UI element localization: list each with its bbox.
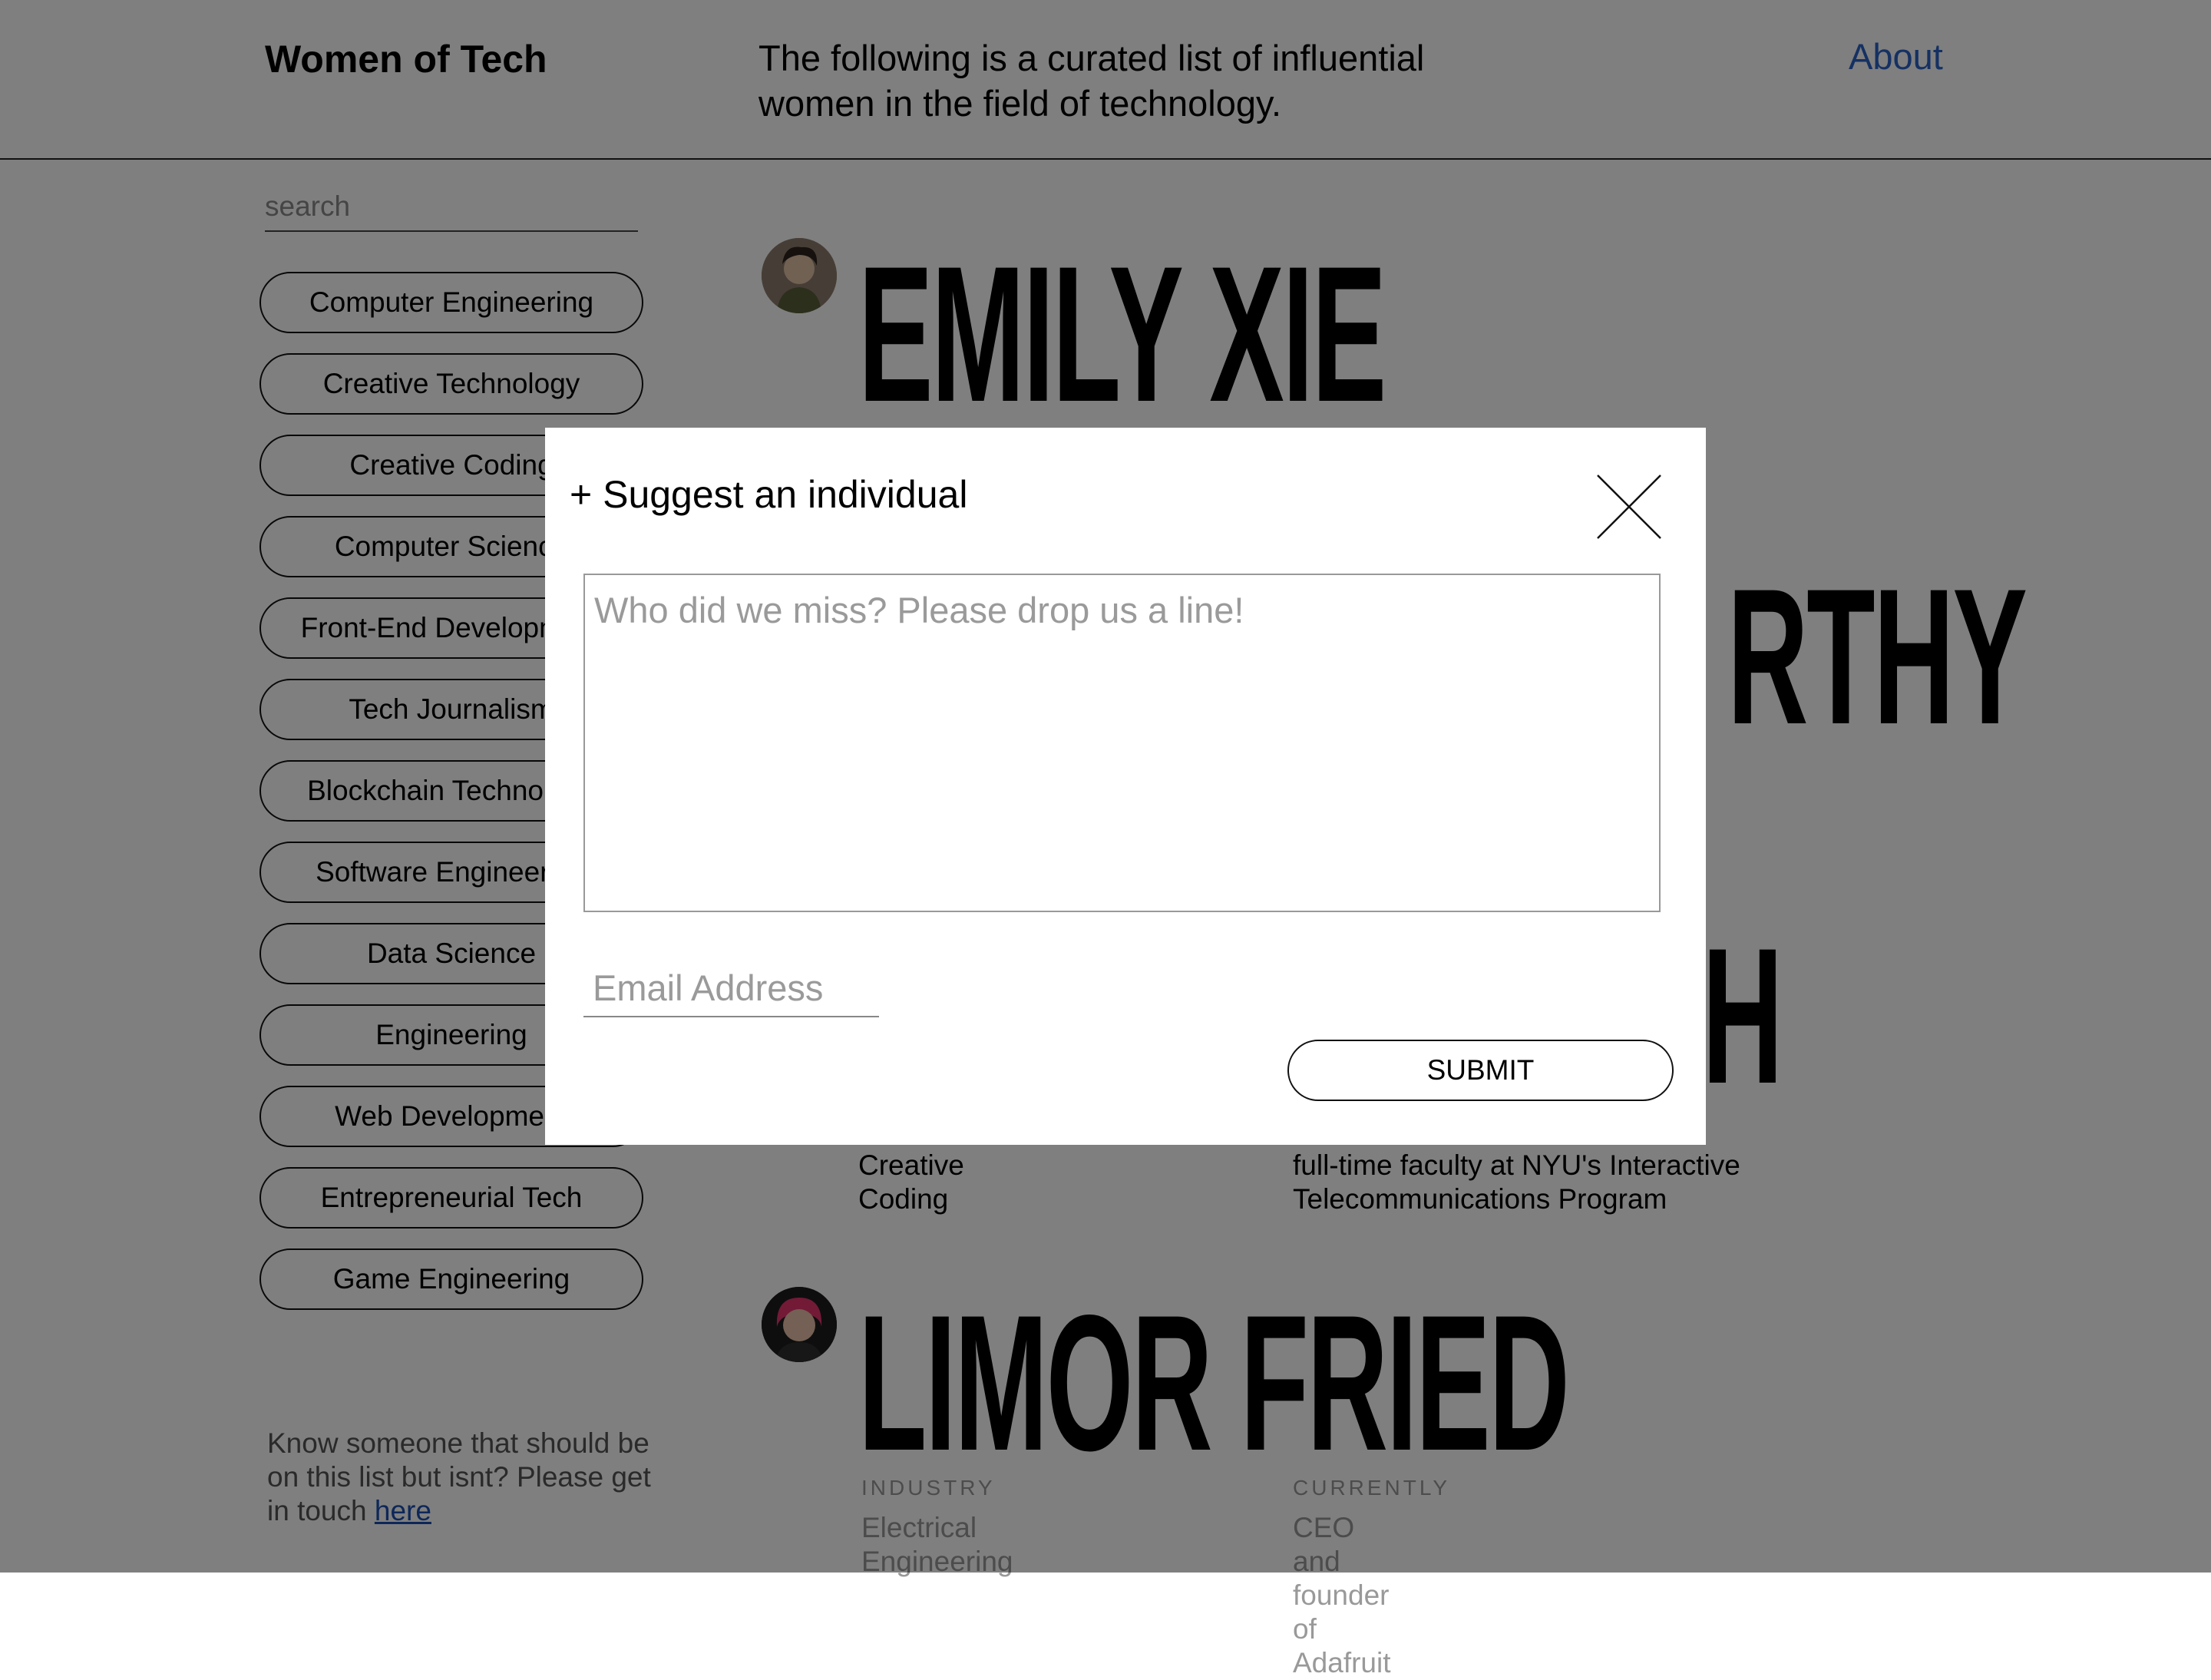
close-icon bbox=[1597, 475, 1661, 539]
suggest-modal: + Suggest an individual SUBMIT bbox=[545, 428, 1706, 1145]
close-button[interactable] bbox=[1595, 472, 1664, 541]
message-textarea[interactable] bbox=[583, 574, 1661, 912]
email-field[interactable] bbox=[583, 959, 879, 1017]
submit-button[interactable]: SUBMIT bbox=[1287, 1040, 1674, 1101]
modal-title: + Suggest an individual bbox=[570, 473, 968, 516]
